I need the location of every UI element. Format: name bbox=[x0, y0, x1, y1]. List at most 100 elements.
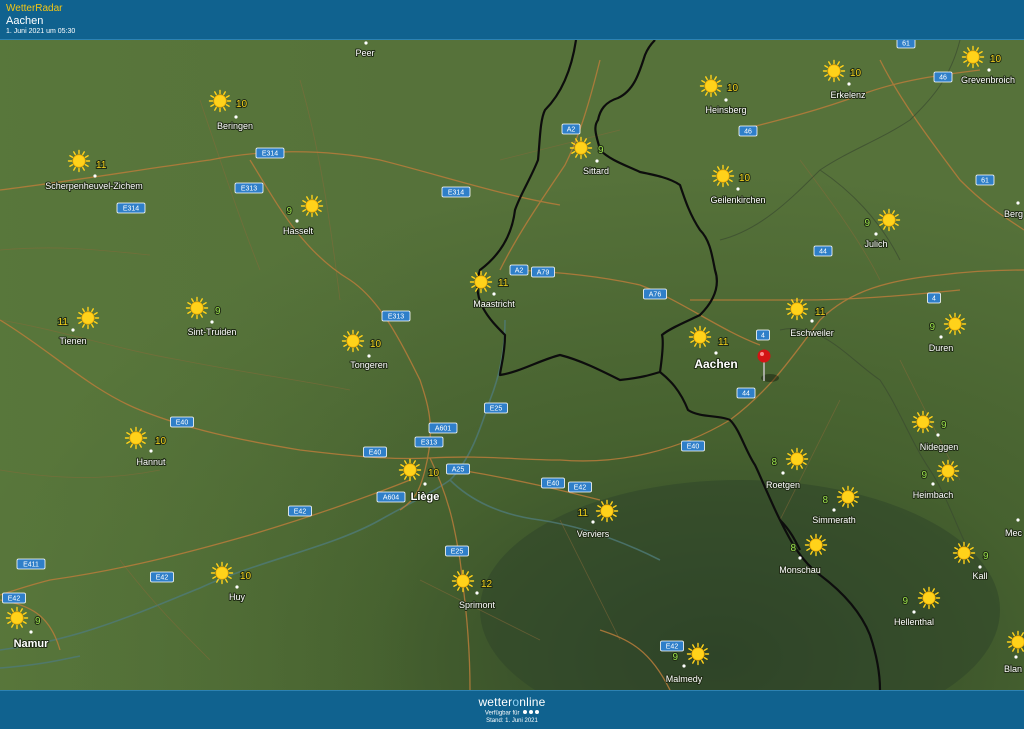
city-name: Berg bbox=[1004, 209, 1023, 219]
app-title: WetterRadar bbox=[6, 3, 63, 14]
temperature-label: 9 bbox=[983, 551, 989, 562]
city-dot bbox=[595, 159, 598, 162]
road-sign: A79 bbox=[532, 267, 555, 277]
temperature-label: 9 bbox=[902, 596, 908, 607]
city-name: Roetgen bbox=[766, 480, 800, 490]
temperature-label: 11 bbox=[96, 160, 107, 171]
temperature-label: 11 bbox=[58, 317, 69, 328]
road-sign: A604 bbox=[377, 492, 405, 502]
city-dot bbox=[367, 354, 370, 357]
city-name: Liège bbox=[411, 491, 440, 503]
svg-text:A601: A601 bbox=[435, 426, 451, 433]
location-name: Aachen bbox=[6, 15, 43, 27]
road-sign: 44 bbox=[737, 388, 755, 398]
city-dot bbox=[810, 319, 813, 322]
road-sign: 4 bbox=[928, 293, 941, 303]
svg-text:E314: E314 bbox=[123, 206, 139, 213]
city-dot bbox=[847, 82, 850, 85]
city-dot bbox=[832, 508, 835, 511]
city-name: Sint-Truiden bbox=[188, 327, 237, 337]
road-sign: A25 bbox=[447, 464, 470, 474]
svg-text:4: 4 bbox=[932, 296, 936, 303]
temperature-label: 9 bbox=[35, 616, 41, 627]
road-sign: E42 bbox=[3, 593, 26, 603]
svg-text:44: 44 bbox=[819, 249, 827, 256]
svg-text:61: 61 bbox=[981, 178, 989, 185]
temperature-label: 10 bbox=[739, 173, 751, 184]
city-name: Sittard bbox=[583, 166, 609, 176]
svg-text:E42: E42 bbox=[666, 644, 679, 651]
city-name: Kall bbox=[972, 571, 987, 581]
city-dot bbox=[1014, 655, 1017, 658]
road-sign: 61 bbox=[897, 40, 915, 48]
road-sign: 61 bbox=[976, 175, 994, 185]
city-dot bbox=[210, 320, 213, 323]
temperature-label: 10 bbox=[850, 68, 862, 79]
city-name: Malmedy bbox=[666, 674, 703, 684]
svg-text:E42: E42 bbox=[8, 596, 21, 603]
logo-part-wetter: wetter bbox=[478, 695, 512, 709]
temperature-label: 8 bbox=[822, 495, 828, 506]
road-sign: E42 bbox=[569, 482, 592, 492]
city-dot bbox=[71, 328, 74, 331]
weather-map[interactable]: 61464661444444A2A2A79A76E314E313E314E314… bbox=[0, 40, 1024, 690]
city-dot bbox=[423, 482, 426, 485]
city-dot bbox=[781, 471, 784, 474]
map-canvas[interactable]: 61464661444444A2A2A79A76E314E313E314E314… bbox=[0, 40, 1024, 690]
city-name: Heimbach bbox=[913, 490, 954, 500]
road-sign: E42 bbox=[289, 506, 312, 516]
svg-text:A76: A76 bbox=[649, 292, 662, 299]
road-sign: 46 bbox=[739, 126, 757, 136]
road-sign: 46 bbox=[934, 72, 952, 82]
temperature-label: 9 bbox=[286, 206, 292, 217]
road-sign: 44 bbox=[814, 246, 832, 256]
city-dot bbox=[939, 335, 942, 338]
road-sign: E314 bbox=[442, 187, 470, 197]
city-name: Hasselt bbox=[283, 226, 314, 236]
city-dot bbox=[1016, 201, 1019, 204]
city-dot bbox=[874, 232, 877, 235]
temperature-label: 10 bbox=[155, 436, 167, 447]
wetteronline-logo[interactable]: wetteronline bbox=[0, 695, 1024, 709]
city-dot bbox=[724, 98, 727, 101]
city-name: Eschweiler bbox=[790, 328, 834, 338]
temperature-label: 9 bbox=[598, 145, 604, 156]
city-dot bbox=[682, 664, 685, 667]
city-dot bbox=[234, 115, 237, 118]
city-dot bbox=[798, 556, 801, 559]
road-sign: 4 bbox=[757, 330, 770, 340]
road-sign: E313 bbox=[235, 183, 263, 193]
temperature-label: 11 bbox=[578, 508, 589, 519]
city-name: Erkelenz bbox=[830, 90, 866, 100]
app-footer: wetteronline Verfügbar für Stand: 1. Jun… bbox=[0, 690, 1024, 729]
temperature-label: 11 bbox=[815, 307, 826, 318]
svg-text:E314: E314 bbox=[448, 190, 464, 197]
city-name: Scherpenheuvel-Zichem bbox=[45, 181, 143, 191]
svg-text:46: 46 bbox=[744, 129, 752, 136]
temperature-label: 10 bbox=[370, 339, 382, 350]
pin-highlight bbox=[760, 352, 764, 356]
road-sign: E314 bbox=[117, 203, 145, 213]
city-dot bbox=[93, 174, 96, 177]
temperature-label: 8 bbox=[790, 543, 796, 554]
svg-text:4: 4 bbox=[761, 333, 765, 340]
city-dot bbox=[1016, 518, 1019, 521]
svg-text:A79: A79 bbox=[537, 270, 550, 277]
city-name: Nideggen bbox=[920, 442, 959, 452]
svg-text:E25: E25 bbox=[451, 549, 464, 556]
road-sign: E411 bbox=[17, 559, 45, 569]
city-dot bbox=[295, 219, 298, 222]
temperature-label: 9 bbox=[864, 218, 870, 229]
svg-text:E313: E313 bbox=[388, 314, 404, 321]
svg-text:61: 61 bbox=[902, 41, 910, 48]
temperature-label: 10 bbox=[428, 468, 440, 479]
road-sign: A76 bbox=[644, 289, 667, 299]
city-name: Grevenbroich bbox=[961, 75, 1015, 85]
city-name: Maastricht bbox=[473, 299, 515, 309]
timestamp: 1. Juni 2021 um 05:30 bbox=[6, 28, 75, 35]
city-name: Huy bbox=[229, 592, 246, 602]
road-sign: E25 bbox=[485, 403, 508, 413]
city-name: Simmerath bbox=[812, 515, 856, 525]
city-name: Peer bbox=[355, 48, 374, 58]
city-name: Julich bbox=[864, 239, 887, 249]
